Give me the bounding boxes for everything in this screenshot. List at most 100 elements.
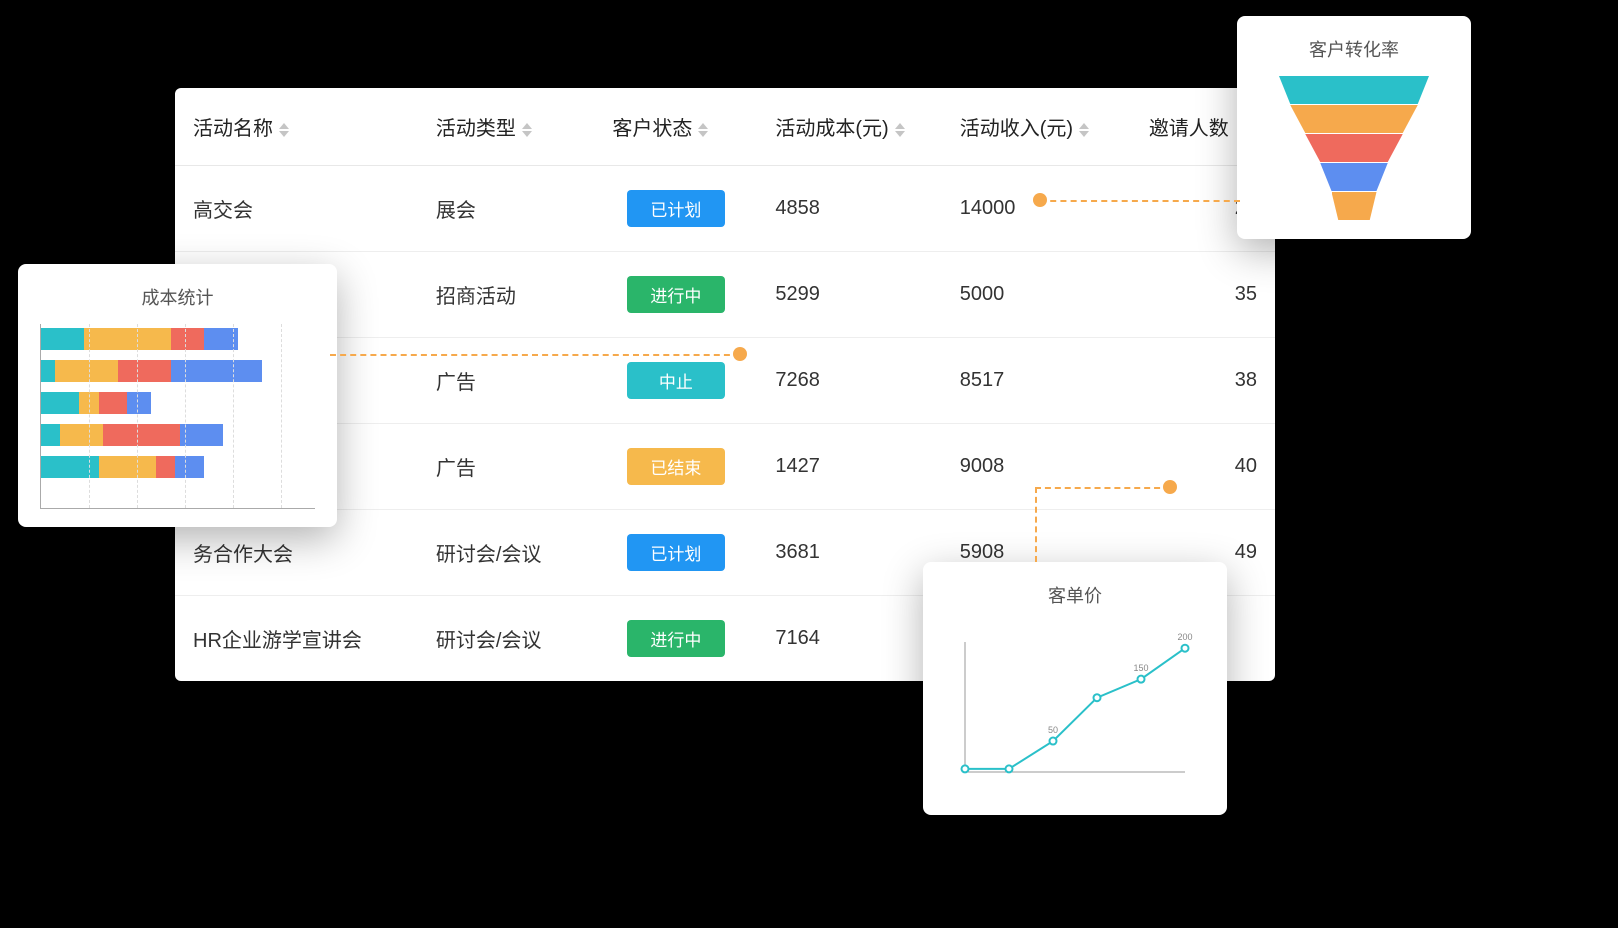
connector-line <box>1035 487 1170 489</box>
cost-card-title: 成本统计 <box>40 284 315 310</box>
cost-bar-segment <box>103 424 180 446</box>
connector-dot <box>1163 480 1177 494</box>
price-point <box>1094 694 1101 701</box>
cell-type: 研讨会/会议 <box>418 596 594 682</box>
status-badge: 已结束 <box>627 448 725 485</box>
connector-line <box>1040 200 1240 202</box>
cost-bar-segment <box>99 392 128 414</box>
connector-dot <box>733 347 747 361</box>
cost-bar-segment <box>41 392 79 414</box>
cell-rev: 14000 <box>942 166 1131 252</box>
col-header-name-label: 活动名称 <box>193 118 273 140</box>
cost-bar-segment <box>99 456 157 478</box>
table-header-row: 活动名称 活动类型 客户状态 活动成本(元) 活动收入(元) 邀请人数 <box>175 88 1275 166</box>
status-badge: 进行中 <box>627 276 725 313</box>
connector-line <box>1035 487 1037 562</box>
cell-inv: 35 <box>1131 252 1275 338</box>
cost-bar-segment <box>171 328 205 350</box>
cost-bar-segment <box>84 328 170 350</box>
cell-cost: 4858 <box>757 166 941 252</box>
cell-cost: 1427 <box>757 424 941 510</box>
price-point <box>962 765 969 772</box>
col-header-cost[interactable]: 活动成本(元) <box>757 88 941 166</box>
col-header-status-label: 客户状态 <box>612 118 692 140</box>
status-badge: 中止 <box>627 362 725 399</box>
cell-inv: 40 <box>1131 424 1275 510</box>
sort-icon[interactable] <box>698 123 708 137</box>
price-point-label: 200 <box>1177 632 1192 642</box>
sort-icon[interactable] <box>279 123 289 137</box>
col-header-type[interactable]: 活动类型 <box>418 88 594 166</box>
status-badge: 已计划 <box>627 190 725 227</box>
cell-status: 已结束 <box>594 424 757 510</box>
cell-type: 广告 <box>418 338 594 424</box>
price-point <box>1138 676 1145 683</box>
col-header-type-label: 活动类型 <box>436 118 516 140</box>
cell-type: 展会 <box>418 166 594 252</box>
funnel-stage <box>1305 134 1403 162</box>
cell-type: 广告 <box>418 424 594 510</box>
col-header-rev-label: 活动收入(元) <box>960 118 1073 140</box>
cell-cost: 7164 <box>757 596 941 682</box>
cost-bar-segment <box>41 328 84 350</box>
funnel-card-title: 客户转化率 <box>1259 36 1449 62</box>
cost-bar-segment <box>156 456 175 478</box>
price-point <box>1182 645 1189 652</box>
cost-bar <box>41 424 315 446</box>
cell-cost: 7268 <box>757 338 941 424</box>
cell-status: 已计划 <box>594 510 757 596</box>
cost-bar-segment <box>41 424 60 446</box>
cell-cost: 5299 <box>757 252 941 338</box>
cost-bar-segment <box>175 456 204 478</box>
cell-type: 研讨会/会议 <box>418 510 594 596</box>
cost-bar <box>41 360 315 382</box>
table-row[interactable]: 招商活动招商活动进行中5299500035 <box>175 252 1275 338</box>
conversion-funnel-card: 客户转化率 <box>1237 16 1471 239</box>
cost-bar <box>41 392 315 414</box>
funnel-stage <box>1279 76 1429 104</box>
status-badge: 已计划 <box>627 534 725 571</box>
cost-bar-segment <box>41 360 55 382</box>
unit-price-card: 客单价 50 150 200 <box>923 562 1227 815</box>
cell-status: 进行中 <box>594 596 757 682</box>
funnel-stage <box>1290 105 1418 133</box>
cell-name: 高交会 <box>175 166 418 252</box>
price-point-label: 50 <box>1048 725 1058 735</box>
cell-rev: 8517 <box>942 338 1131 424</box>
cost-bar-segment <box>127 392 151 414</box>
cost-chart <box>40 324 315 509</box>
funnel-chart <box>1259 76 1449 221</box>
price-line <box>965 648 1185 769</box>
col-header-inv-label: 邀请人数 <box>1149 118 1229 140</box>
connector-dot <box>1033 193 1047 207</box>
unit-price-chart: 50 150 200 <box>945 622 1205 792</box>
price-card-title: 客单价 <box>945 582 1205 608</box>
status-badge: 进行中 <box>627 620 725 657</box>
cost-statistics-card: 成本统计 <box>18 264 337 527</box>
price-point-label: 150 <box>1133 663 1148 673</box>
price-point <box>1050 738 1057 745</box>
cell-inv: 38 <box>1131 338 1275 424</box>
price-point <box>1006 765 1013 772</box>
table-row[interactable]: 广告中止 7268851738 <box>175 338 1275 424</box>
cell-status: 已计划 <box>594 166 757 252</box>
table-row[interactable]: 告推广广告已结束1427900840 <box>175 424 1275 510</box>
cell-cost: 3681 <box>757 510 941 596</box>
cell-type: 招商活动 <box>418 252 594 338</box>
sort-icon[interactable] <box>1079 123 1089 137</box>
cell-name: HR企业游学宣讲会 <box>175 596 418 682</box>
col-header-cost-label: 活动成本(元) <box>775 118 888 140</box>
connector-line <box>330 354 740 356</box>
col-header-rev[interactable]: 活动收入(元) <box>942 88 1131 166</box>
cost-bar-segment <box>55 360 117 382</box>
funnel-stage <box>1332 192 1377 220</box>
sort-icon[interactable] <box>522 123 532 137</box>
col-header-name[interactable]: 活动名称 <box>175 88 418 166</box>
cell-rev: 5000 <box>942 252 1131 338</box>
cost-bar-segment <box>60 424 103 446</box>
cost-bar-segment <box>118 360 171 382</box>
cell-status: 进行中 <box>594 252 757 338</box>
col-header-status[interactable]: 客户状态 <box>594 88 757 166</box>
table-row[interactable]: 高交会展会已计划48581400024 <box>175 166 1275 252</box>
sort-icon[interactable] <box>895 123 905 137</box>
